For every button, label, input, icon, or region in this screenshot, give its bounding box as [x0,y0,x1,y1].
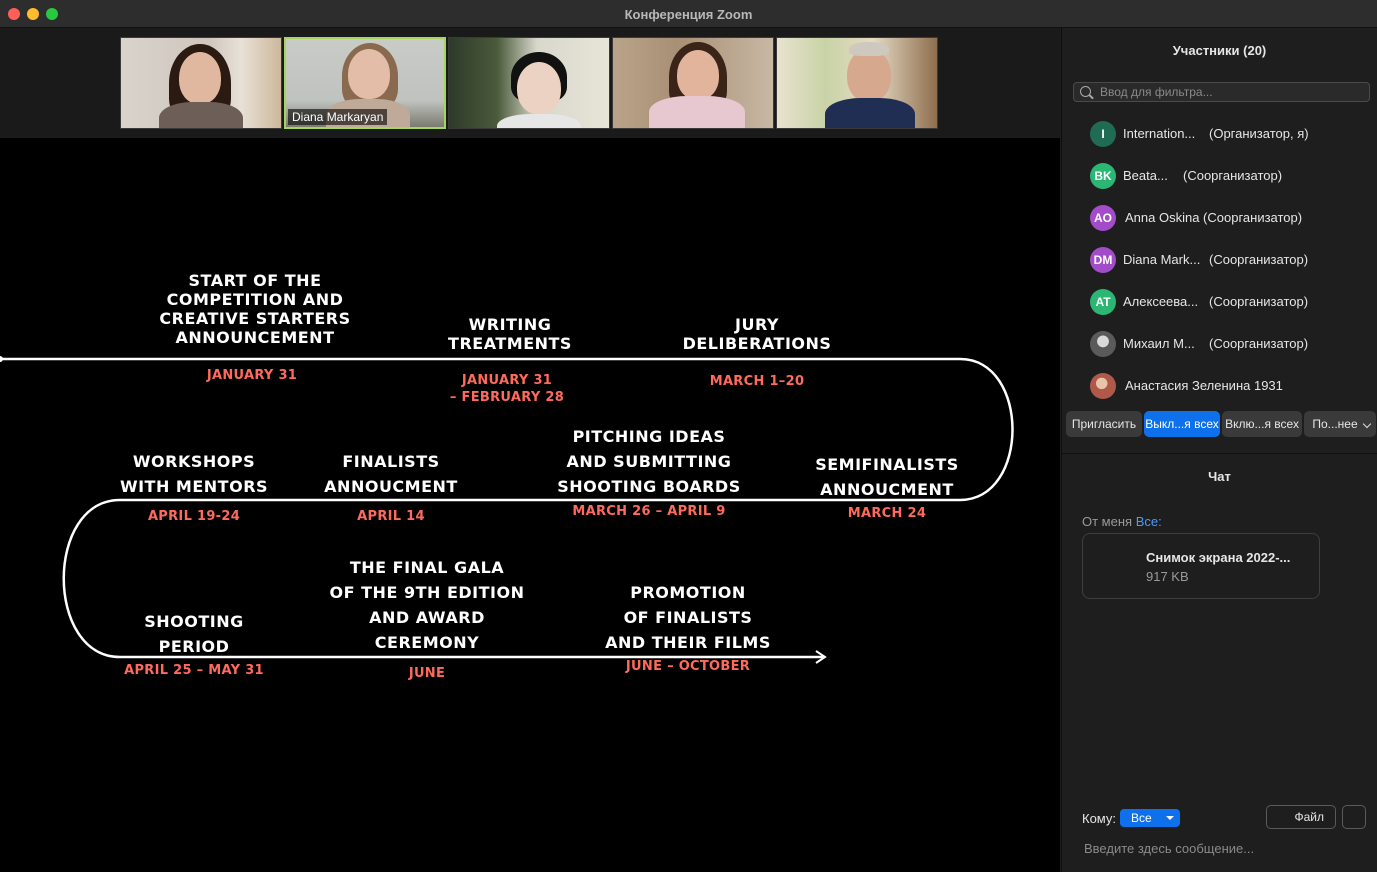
milestone-date: APRIL 25 – MAY 31 [124,663,264,678]
milestone-date: APRIL 19-24 [147,509,241,524]
window-title: Конференция Zoom [624,7,753,22]
video-tile[interactable] [776,37,938,129]
milestone-title: PITCHING IDEAS AND SUBMITTING SHOOTING B… [557,427,741,496]
shared-screen-slide: START OF THE COMPETITION AND CREATIVE ST… [0,138,1060,872]
participant-name: Михаил М... [1123,336,1195,351]
milestone-title: SEMIFINALISTS ANNOUCMENT [815,455,959,499]
file-button[interactable]: Файл [1266,805,1336,829]
milestone-title: WRITING TREATMENTS [448,315,572,353]
chat-message-input[interactable] [1084,839,1364,857]
more-button[interactable] [1342,805,1366,829]
milestone-date: JUNE – OCTOBER [625,659,751,674]
more-options-button[interactable]: По...нее [1304,411,1376,437]
participant-row[interactable]: Михаил М... (Соорганизатор) [1062,324,1377,366]
chat-from-label: От меня [1082,514,1133,529]
recipient-select[interactable]: Все [1120,809,1180,827]
video-tile[interactable] [448,37,610,129]
video-tile-active-speaker[interactable]: Diana Markaryan [284,37,446,129]
milestone-title: PROMOTION OF FINALISTS AND THEIR FILMS [605,583,771,652]
participant-name: Diana Mark... [1123,252,1201,267]
milestone-date: APRIL 14 [357,509,425,524]
file-name: Снимок экрана 2022-... [1146,550,1291,565]
milestone-date: MARCH 26 – APRIL 9 [572,504,726,519]
file-size: 917 KB [1146,569,1189,584]
chat-to-label: Все: [1135,514,1162,529]
milestone-title: THE FINAL GALA OF THE 9TH EDITION AND AW… [329,558,525,652]
invite-button[interactable]: Пригласить [1066,411,1142,437]
milestone-date: JANUARY 31 [206,368,298,383]
milestone-date: JANUARY 31 – FEBRUARY 28 [449,373,565,405]
milestone-title: WORKSHOPS WITH MENTORS [119,452,269,496]
sidebar: Участники (20) I Internation... (Организ… [1061,28,1377,872]
more-options-label: По...нее [1312,417,1358,431]
participant-name: Beata... [1123,168,1168,183]
participant-row[interactable]: AT Алексеева... (Соорганизатор) [1062,282,1377,324]
avatar: AO [1090,205,1116,231]
participant-filter-input[interactable] [1100,84,1360,100]
avatar [1090,331,1116,357]
participant-row[interactable]: DM Diana Mark... (Соорганизатор) [1062,240,1377,282]
participant-role: (Соорганизатор) [1209,252,1309,267]
participant-row[interactable]: AO Anna Oskina (Соорганизатор) [1062,198,1377,240]
participant-actions: Пригласить Выкл...я всех Вклю...я всех П… [1066,411,1376,437]
participant-role: (Организатор, я) [1209,126,1309,141]
zoom-window: Конференция Zoom Diana Markaryan START O… [0,0,1377,872]
avatar: I [1090,121,1116,147]
unmute-all-button[interactable]: Вклю...я всех [1222,411,1302,437]
participant-row[interactable]: BK Beata... (Соорганизатор) [1062,156,1377,198]
video-strip: Diana Markaryan [0,28,1060,138]
video-tile-name: Diana Markaryan [288,109,388,125]
participants-title: Участники (20) [1172,43,1267,58]
milestone-date: MARCH 1–20 [709,374,805,389]
video-tile[interactable] [612,37,774,129]
chat-file-message[interactable]: Снимок экрана 2022-... 917 KB [1082,533,1320,599]
title-bar: Конференция Zoom [0,0,1377,28]
participant-name: Internation... [1123,126,1196,141]
participant-list: I Internation... (Организатор, я) BK Bea… [1062,114,1377,408]
participant-name: Anna Oskina (Соорганизатор) [1125,210,1303,225]
avatar: DM [1090,247,1116,273]
recipient-label: Кому: [1082,811,1116,826]
participant-row[interactable]: Анастасия Зеленина 1931 [1062,366,1377,408]
milestone-date: MARCH 24 [847,506,927,521]
avatar: BK [1090,163,1116,189]
main-view: Diana Markaryan START OF THE COMPETITION… [0,28,1060,872]
milestone-date: JUNE [408,666,446,681]
avatar: AT [1090,289,1116,315]
participant-row[interactable]: I Internation... (Организатор, я) [1062,114,1377,156]
chevron-down-icon [1166,816,1174,820]
participant-role: (Соорганизатор) [1209,294,1309,309]
chat-title: Чат [1208,469,1231,484]
divider [1062,453,1377,454]
participant-filter[interactable] [1073,82,1370,102]
search-icon [1080,86,1091,97]
participant-name: Анастасия Зеленина 1931 [1125,378,1283,393]
milestone-title: SHOOTING PERIOD [144,612,244,656]
participant-role: (Соорганизатор) [1183,168,1283,183]
recipient-value: Все [1131,811,1152,825]
chat-sender-line: От меня Все: [1082,514,1162,529]
video-tile[interactable] [120,37,282,129]
avatar [1090,373,1116,399]
chevron-down-icon [1362,419,1372,429]
mute-all-button[interactable]: Выкл...я всех [1144,411,1220,437]
milestone-title: START OF THE COMPETITION AND CREATIVE ST… [159,271,351,347]
participant-role: (Соорганизатор) [1209,336,1309,351]
milestone-title: JURY DELIBERATIONS [682,315,832,353]
participant-name: Алексеева... [1123,294,1199,309]
milestone-title: FINALISTS ANNOUCMENT [324,452,458,496]
